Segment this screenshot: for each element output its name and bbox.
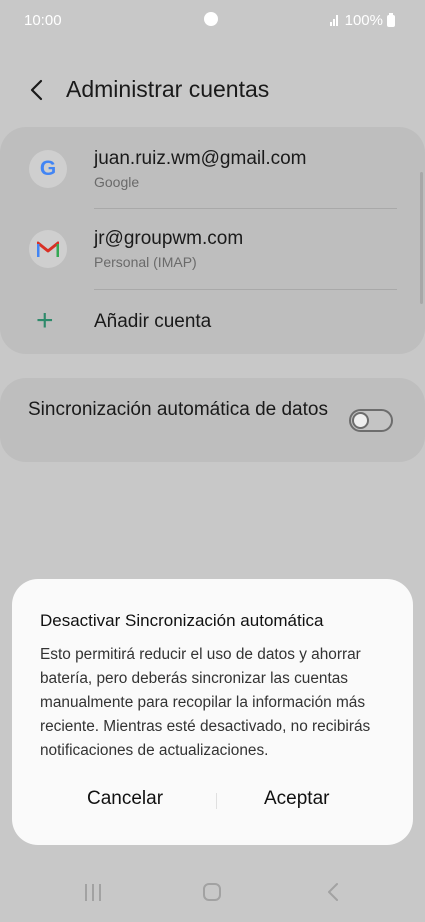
- app-header: Administrar cuentas: [0, 70, 425, 110]
- sync-toggle[interactable]: [349, 409, 393, 432]
- divider: [94, 208, 397, 209]
- button-divider: [216, 793, 217, 809]
- status-right: 100%: [329, 12, 395, 29]
- confirm-dialog: Desactivar Sincronización automática Est…: [12, 579, 413, 845]
- account-row-google[interactable]: G juan.ruiz.wm@gmail.com Google: [0, 140, 425, 208]
- toggle-knob: [352, 412, 369, 429]
- status-bar: 10:00 100%: [0, 0, 425, 40]
- account-row-imap[interactable]: jr@groupwm.com Personal (IMAP): [0, 220, 425, 288]
- signal-icon: [329, 15, 338, 26]
- accept-button[interactable]: Aceptar: [264, 788, 329, 810]
- navigation-bar: [0, 868, 425, 922]
- screen: 10:00 100% Administrar cuentas G juan.ru…: [0, 0, 425, 922]
- recent-apps-icon[interactable]: [85, 884, 101, 901]
- nav-back-icon[interactable]: [326, 882, 340, 902]
- status-time: 10:00: [24, 12, 62, 29]
- dialog-message: Esto permitirá reducir el uso de datos y…: [40, 646, 371, 759]
- dialog-title: Desactivar Sincronización automática: [40, 611, 324, 630]
- account-email: jr@groupwm.com: [94, 228, 244, 249]
- scrollbar[interactable]: [420, 172, 423, 304]
- account-email: juan.ruiz.wm@gmail.com: [94, 148, 307, 169]
- gmail-icon: [29, 230, 67, 268]
- sync-label: Sincronización automática de datos: [28, 399, 328, 420]
- battery-icon: [387, 12, 395, 27]
- home-icon[interactable]: [203, 883, 221, 901]
- divider: [94, 289, 397, 290]
- back-icon[interactable]: [26, 78, 48, 102]
- google-icon: G: [29, 150, 67, 188]
- page-title: Administrar cuentas: [66, 76, 270, 102]
- plus-icon[interactable]: +: [36, 306, 54, 336]
- camera-cutout: [204, 12, 218, 26]
- cancel-button[interactable]: Cancelar: [87, 788, 163, 810]
- add-account-button[interactable]: Añadir cuenta: [94, 311, 211, 333]
- account-type: Personal (IMAP): [94, 254, 197, 270]
- account-type: Google: [94, 174, 140, 190]
- battery-percent: 100%: [344, 12, 383, 29]
